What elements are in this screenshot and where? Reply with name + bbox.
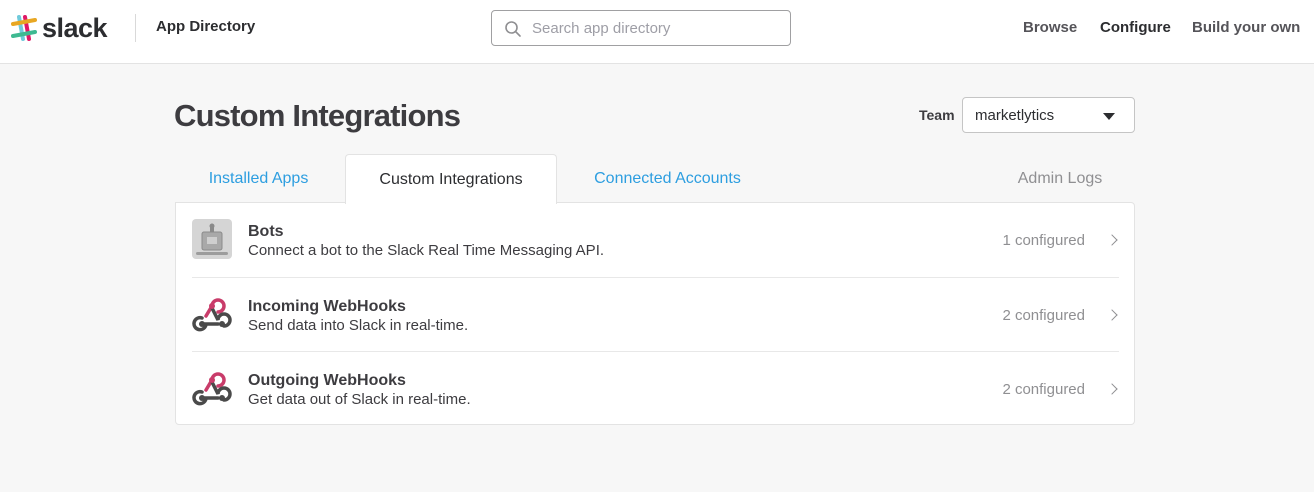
chevron-right-icon <box>1106 309 1118 321</box>
tab-custom-integrations[interactable]: Custom Integrations <box>345 154 557 204</box>
chevron-right-icon <box>1106 383 1118 395</box>
integration-row-incoming-webhooks[interactable]: Incoming WebHooks Send data into Slack i… <box>192 277 1119 351</box>
nav-configure[interactable]: Configure <box>1100 19 1171 36</box>
integration-name: Outgoing WebHooks <box>248 372 406 389</box>
app-directory-link[interactable]: App Directory <box>156 18 255 35</box>
header-divider <box>135 14 136 42</box>
search-box[interactable] <box>491 10 791 46</box>
slack-logo[interactable]: slack <box>10 12 108 44</box>
configured-count: 1 configured <box>1002 232 1085 249</box>
tab-connected-accounts[interactable]: Connected Accounts <box>560 154 775 203</box>
integration-row-outgoing-webhooks[interactable]: Outgoing WebHooks Get data out of Slack … <box>192 351 1119 425</box>
webhook-icon <box>192 372 232 406</box>
top-bar: slack App Directory Browse Configure Bui… <box>0 0 1314 64</box>
configured-count: 2 configured <box>1002 307 1085 324</box>
slack-wordmark: slack <box>42 13 108 43</box>
team-label: Team <box>919 107 955 123</box>
integrations-list: Bots Connect a bot to the Slack Real Tim… <box>175 202 1135 425</box>
team-select[interactable]: marketlytics <box>962 97 1135 133</box>
integration-row-bots[interactable]: Bots Connect a bot to the Slack Real Tim… <box>192 203 1119 277</box>
webhook-icon <box>192 298 232 332</box>
integration-description: Connect a bot to the Slack Real Time Mes… <box>248 242 605 259</box>
page-title: Custom Integrations <box>174 98 461 133</box>
tab-installed-apps[interactable]: Installed Apps <box>175 154 342 203</box>
integration-description: Get data out of Slack in real-time. <box>248 391 471 408</box>
team-select-value: marketlytics <box>975 107 1055 124</box>
integration-name: Bots <box>248 223 284 240</box>
search-icon <box>505 21 521 37</box>
search-input[interactable] <box>532 11 782 45</box>
integration-description: Send data into Slack in real-time. <box>248 317 469 334</box>
caret-down-icon <box>1103 113 1115 120</box>
chevron-right-icon <box>1106 234 1118 246</box>
integration-name: Incoming WebHooks <box>248 298 406 315</box>
configured-count: 2 configured <box>1002 381 1085 398</box>
slack-logo-icon <box>11 15 37 41</box>
nav-build-your-own[interactable]: Build your own <box>1192 19 1300 36</box>
nav-browse[interactable]: Browse <box>1023 19 1077 36</box>
bot-icon <box>192 219 232 259</box>
tab-admin-logs[interactable]: Admin Logs <box>990 154 1130 203</box>
